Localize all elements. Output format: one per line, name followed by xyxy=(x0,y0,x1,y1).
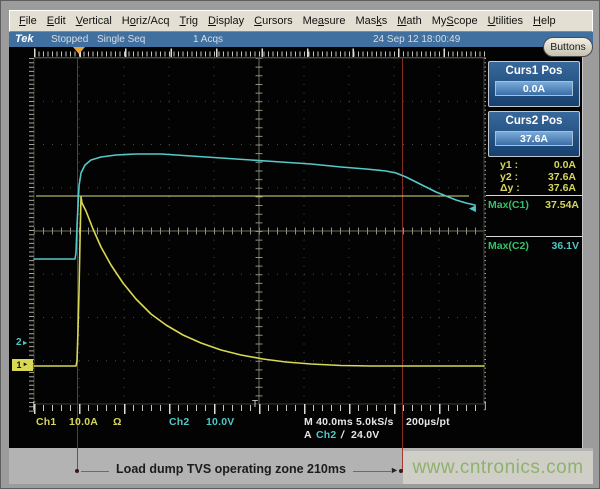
ruler-left-bracket: [ xyxy=(31,401,37,412)
acquisition-state: Stopped xyxy=(51,34,88,45)
zone-end-line-band xyxy=(402,448,403,470)
oscilloscope-window: FileEditVerticalHoriz/AcqTrigDisplayCurs… xyxy=(0,0,600,489)
menu-item-file[interactable]: File xyxy=(14,15,42,27)
datetime-display: 24 Sep 12 18:00:49 xyxy=(373,34,460,45)
menu-item-masks[interactable]: Masks xyxy=(350,15,392,27)
zone-connector-right xyxy=(353,471,391,472)
separator xyxy=(486,195,582,196)
zone-connector-left xyxy=(81,471,109,472)
curs1-pos-title: Curs1 Pos xyxy=(489,65,579,77)
menu-item-help[interactable]: Help xyxy=(528,15,561,27)
menu-item-vertical[interactable]: Vertical xyxy=(71,15,117,27)
menu-item-trig[interactable]: Trig xyxy=(175,15,204,27)
zone-endpoint-dot xyxy=(75,469,79,473)
buttons-button[interactable]: Buttons xyxy=(543,37,593,57)
curs2-pos-value[interactable]: 37.6A xyxy=(495,131,573,146)
trigger-level-readout: 24.0V xyxy=(351,429,379,441)
measurement-max-c1: Max(C1) 37.54A xyxy=(488,199,580,211)
resolution-readout: 200µs/pt xyxy=(406,416,450,428)
waveform-display xyxy=(29,45,493,417)
cursor-readout-row: Δy :37.6A xyxy=(492,182,576,193)
menu-item-myscope[interactable]: MyScope xyxy=(427,15,483,27)
tek-logo: Tek xyxy=(15,33,34,45)
menu-item-edit[interactable]: Edit xyxy=(42,15,71,27)
curs1-pos-value[interactable]: 0.0A xyxy=(495,81,573,96)
menu-bar: FileEditVerticalHoriz/AcqTrigDisplayCurs… xyxy=(9,10,593,32)
watermark-box: www.cntronics.com xyxy=(403,451,593,484)
trigger-mode-readout: A xyxy=(304,429,312,441)
ch2-reference-marker[interactable]: 2► xyxy=(16,337,29,348)
ch1-coupling-icon: Ω xyxy=(113,416,122,428)
cursor-readout-row: y2 :37.6A xyxy=(492,171,576,182)
ch1-scale-readout: 10.0A xyxy=(69,416,98,428)
zone-start-line-band xyxy=(77,448,78,470)
menu-item-horiz-acq[interactable]: Horiz/Acq xyxy=(117,15,175,27)
timebase-readout: M 40.0ms 5.0kS/s xyxy=(304,416,394,428)
zone-endpoint-dot xyxy=(399,469,403,473)
cursor-readout-row: y1 :0.0A xyxy=(492,159,576,170)
zone-annotation-text: Load dump TVS operating zone 210ms xyxy=(109,462,353,476)
right-control-panel: Curs1 Pos 0.0A Curs2 Pos 37.6A y1 :0.0Ay… xyxy=(486,47,582,448)
acquisition-mode: Single Seq xyxy=(97,34,145,45)
ruler-trigger-mark: T xyxy=(252,399,258,410)
max-c2-value: 36.1V xyxy=(552,240,579,252)
max-c2-label: Max(C2) xyxy=(488,240,529,252)
menu-item-utilities[interactable]: Utilities xyxy=(483,15,528,27)
menu-item-cursors[interactable]: Cursors xyxy=(249,15,298,27)
curs1-pos-control[interactable]: Curs1 Pos 0.0A xyxy=(488,61,580,107)
zone-arrowhead-icon: ► xyxy=(390,465,399,475)
bottom-frame-strip xyxy=(9,484,593,489)
watermark-text: www.cntronics.com xyxy=(412,457,583,479)
acquisition-count: 1 Acqs xyxy=(193,34,223,45)
ch2-label[interactable]: Ch2 xyxy=(169,416,189,428)
curs2-pos-title: Curs2 Pos xyxy=(489,115,579,127)
right-frame-strip xyxy=(582,47,593,448)
measurement-max-c2: Max(C2) 36.1V xyxy=(488,240,580,252)
ch1-label[interactable]: Ch1 xyxy=(36,416,56,428)
max-c1-label: Max(C1) xyxy=(488,199,529,211)
trigger-source-readout: Ch2 xyxy=(316,429,336,441)
menu-item-display[interactable]: Display xyxy=(203,15,249,27)
curs2-pos-control[interactable]: Curs2 Pos 37.6A xyxy=(488,111,580,157)
trigger-position-marker[interactable] xyxy=(73,47,85,54)
menu-item-math[interactable]: Math xyxy=(392,15,426,27)
separator xyxy=(486,236,582,237)
ch1-reference-marker[interactable]: 1► xyxy=(12,359,33,371)
max-c1-value: 37.54A xyxy=(545,199,579,211)
trigger-level-arrow[interactable]: ◀ xyxy=(469,203,476,214)
menu-item-measure[interactable]: Measure xyxy=(298,15,351,27)
ch2-scale-readout: 10.0V xyxy=(206,416,234,428)
